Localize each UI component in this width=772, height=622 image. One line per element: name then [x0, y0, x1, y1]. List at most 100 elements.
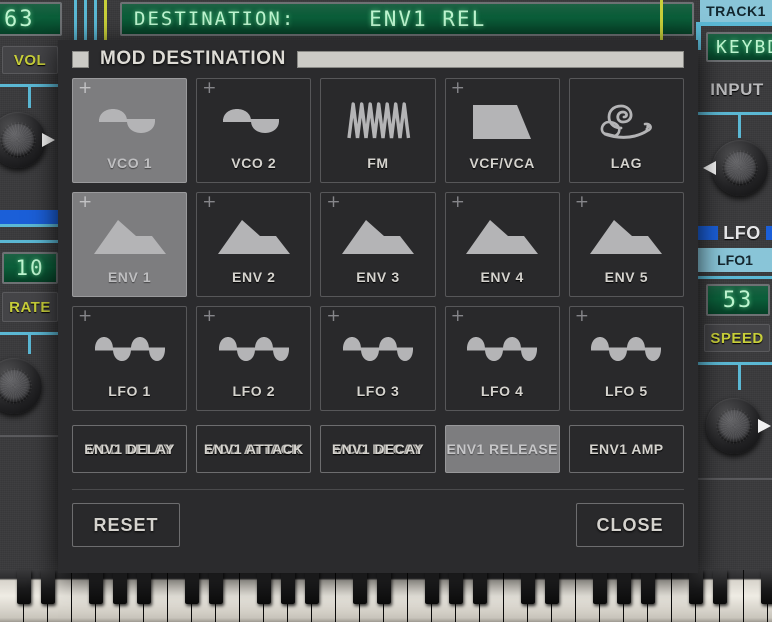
- mod-cell-env-3[interactable]: + ENV 3: [320, 192, 436, 297]
- piano-black-key[interactable]: [473, 570, 487, 604]
- piano-black-key[interactable]: [257, 570, 271, 604]
- mod-cell-env-1[interactable]: + ENV 1: [72, 192, 188, 297]
- input-label: INPUT: [702, 78, 772, 102]
- mod-cell-env-5[interactable]: + ENV 5: [568, 192, 684, 297]
- plus-icon[interactable]: +: [326, 308, 340, 325]
- rate-knob-body: [0, 358, 42, 414]
- piano-black-key[interactable]: [209, 570, 223, 604]
- speed-knob-pointer-icon: [758, 419, 771, 433]
- piano-keyboard[interactable]: [0, 570, 772, 622]
- rate-knob[interactable]: [0, 358, 42, 414]
- rail-cyan-right-2: [696, 22, 772, 26]
- dialog-titlebar[interactable]: MOD DESTINATION: [58, 40, 698, 78]
- piano-black-key[interactable]: [281, 570, 295, 604]
- param-button-label: ENV1 ATTACK: [203, 441, 304, 457]
- vol-button-label: VOL: [13, 51, 47, 69]
- mod-cell-label: LAG: [610, 155, 643, 171]
- reset-button[interactable]: RESET: [72, 503, 180, 547]
- piano-black-key[interactable]: [113, 570, 127, 604]
- plus-icon[interactable]: +: [78, 308, 92, 325]
- piano-black-key[interactable]: [425, 570, 439, 604]
- piano-black-key[interactable]: [641, 570, 655, 604]
- rail-cyan-right-4: [738, 112, 741, 138]
- input-knob-body: [703, 140, 768, 196]
- mod-cell-lfo-2[interactable]: + LFO 2: [196, 306, 312, 411]
- plus-icon[interactable]: +: [202, 80, 216, 97]
- titlebar-drag-handle[interactable]: [296, 50, 684, 68]
- param-button-env1-attack[interactable]: MOD ATTACK ENV1 ATTACK: [196, 425, 312, 473]
- piano-black-key[interactable]: [377, 570, 391, 604]
- piano-black-key[interactable]: [185, 570, 199, 604]
- plus-icon[interactable]: +: [575, 308, 589, 325]
- mod-cell-lfo-4[interactable]: + LFO 4: [444, 306, 560, 411]
- mod-cell-lfo-5[interactable]: + LFO 5: [568, 306, 684, 411]
- plus-icon[interactable]: +: [326, 194, 340, 211]
- piano-black-key[interactable]: [545, 570, 559, 604]
- piano-black-key[interactable]: [449, 570, 463, 604]
- speed-value-display: 53: [706, 284, 770, 316]
- mod-cell-fm[interactable]: FM: [320, 78, 436, 183]
- piano-black-key[interactable]: [17, 570, 31, 604]
- piano-black-key[interactable]: [89, 570, 103, 604]
- mod-cell-label: ENV 1: [107, 269, 152, 285]
- speed-knob[interactable]: [706, 398, 771, 454]
- param-button-label: ENV1 DELAY: [84, 441, 175, 457]
- mod-cell-lfo-1[interactable]: + LFO 1: [72, 306, 188, 411]
- piano-black-key[interactable]: [689, 570, 703, 604]
- rail-yellow-right: [660, 0, 663, 40]
- piano-black-key[interactable]: [137, 570, 151, 604]
- plus-icon[interactable]: +: [78, 194, 92, 211]
- mod-parameter-row: MOD DELAY ENV1 DELAY MOD ATTACK ENV1 ATTACK…: [58, 411, 698, 473]
- rail-cyan-right-5: [696, 276, 772, 279]
- plus-icon[interactable]: +: [78, 80, 92, 97]
- rate-button[interactable]: RATE: [2, 292, 58, 322]
- param-button-env1-release[interactable]: ENV1 RELEASE: [444, 425, 560, 473]
- track1-tab[interactable]: TRACK1: [700, 0, 772, 22]
- mod-cell-lfo-3[interactable]: + LFO 3: [320, 306, 436, 411]
- plus-icon[interactable]: +: [575, 194, 589, 211]
- piano-black-key[interactable]: [521, 570, 535, 604]
- rail-cyan-right-7: [738, 362, 741, 390]
- vol-knob[interactable]: [0, 112, 55, 168]
- param-button-env1-decay[interactable]: MOD DECAY ENV1 DECAY: [320, 425, 436, 473]
- piano-black-key[interactable]: [353, 570, 367, 604]
- rail-cyan-3: [94, 0, 97, 40]
- piano-black-key[interactable]: [305, 570, 319, 604]
- plus-icon[interactable]: +: [451, 194, 465, 211]
- volume-value-text: 63: [4, 6, 35, 32]
- plus-icon[interactable]: +: [202, 308, 216, 325]
- lfo-indicator-right: [766, 226, 772, 240]
- mod-cell-vcf-vca[interactable]: + VCF/VCA: [444, 78, 560, 183]
- rail-cyan-right-3: [696, 112, 772, 115]
- input-knob[interactable]: [703, 140, 768, 196]
- mod-cell-vco-1[interactable]: + VCO 1: [72, 78, 188, 183]
- keyb-value-text: KEYBD: [716, 36, 772, 58]
- mod-cell-vco-2[interactable]: + VCO 2: [196, 78, 312, 183]
- piano-black-key[interactable]: [617, 570, 631, 604]
- param-button-env1-amp[interactable]: ENV1 AMP: [568, 425, 684, 473]
- speed-button[interactable]: SPEED: [704, 324, 770, 352]
- piano-black-key[interactable]: [41, 570, 55, 604]
- close-button[interactable]: CLOSE: [576, 503, 684, 547]
- plus-icon[interactable]: +: [451, 308, 465, 325]
- plus-icon[interactable]: +: [202, 194, 216, 211]
- piano-black-key[interactable]: [593, 570, 607, 604]
- lfo-indicator-left: [698, 226, 718, 240]
- plus-icon[interactable]: +: [451, 80, 465, 97]
- mod-cell-env-4[interactable]: + ENV 4: [444, 192, 560, 297]
- vol-button[interactable]: VOL: [2, 46, 58, 74]
- mod-cell-env-2[interactable]: + ENV 2: [196, 192, 312, 297]
- vol-knob-pointer-icon: [42, 133, 55, 147]
- left-sidebar: VOL 10 RATE: [0, 40, 60, 570]
- top-display-strip: 63 DESTINATION: ENV1 REL: [0, 0, 772, 40]
- piano-black-key[interactable]: [761, 570, 772, 604]
- mod-cell-lag[interactable]: LAG: [568, 78, 684, 183]
- snail-icon: [570, 79, 683, 155]
- lfo-select-button[interactable]: LFO1: [698, 248, 772, 272]
- piano-black-key[interactable]: [713, 570, 727, 604]
- rail-yellow-left: [104, 0, 107, 40]
- param-button-env1-delay[interactable]: MOD DELAY ENV1 DELAY: [72, 425, 188, 473]
- destination-display: DESTINATION: ENV1 REL: [120, 2, 694, 36]
- mod-cell-label: LFO 1: [108, 383, 151, 399]
- rail-cyan-1: [74, 0, 77, 40]
